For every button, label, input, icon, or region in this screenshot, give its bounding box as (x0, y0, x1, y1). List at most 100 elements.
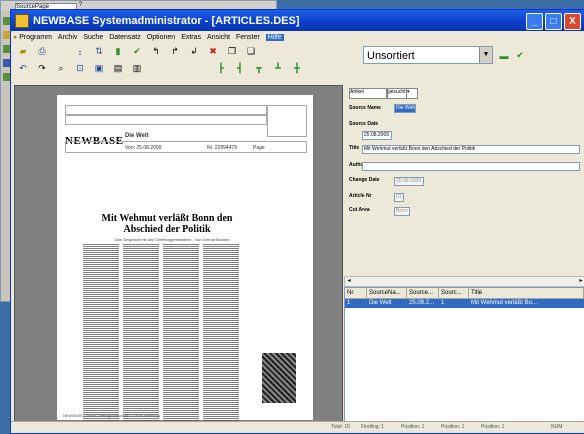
results-list: Nr. SourceNa... Source... Sourc... Title… (344, 287, 584, 422)
title-bar[interactable]: NEWBASE Systemadministrator - [ARTICLES.… (11, 10, 584, 31)
image-icon[interactable]: ▣ (91, 61, 107, 76)
change-date-field[interactable]: 25.09.2009 (394, 177, 424, 186)
menu-item-archiv[interactable]: Archiv (58, 34, 77, 41)
list-header: Nr. SourceNa... Source... Sourc... Title (345, 288, 584, 299)
column-header[interactable]: Sourc... (439, 288, 469, 298)
scroll-left-icon[interactable]: ◂ (345, 277, 353, 286)
approve-icon[interactable]: ✔ (512, 48, 528, 63)
column-header[interactable]: Nr. (345, 288, 367, 298)
row-cell: 25.08.2... (409, 300, 435, 306)
meta-box (65, 141, 307, 153)
menu-item-hilfe[interactable]: Hilfe (265, 33, 284, 41)
status-item: Total: 15 (331, 424, 350, 430)
align-icon[interactable]: ┣ (213, 61, 229, 76)
horizontal-scrollbar[interactable]: ◂ ▸ (344, 276, 584, 287)
menu-item-fenster[interactable]: Fenster (236, 34, 260, 41)
window-title: NEWBASE Systemadministrator - [ARTICLES.… (33, 14, 300, 27)
label-source-name: Source Name (349, 105, 381, 111)
table-row[interactable]: 1 Die Welt 25.08.2... 1 Mit Wehmut verlä… (345, 299, 584, 308)
menu-item-suche[interactable]: Suche (83, 34, 103, 41)
menu-item-ansicht[interactable]: Ansicht (207, 34, 230, 41)
menu-item-programm[interactable]: Programm (19, 34, 52, 41)
zoom-fit-icon[interactable]: ⊡ (72, 61, 88, 76)
column-header[interactable]: SourceNa... (367, 288, 407, 298)
article-nr-field[interactable]: 01 (394, 193, 404, 202)
align-icon[interactable]: ┻ (270, 61, 286, 76)
nav-icon[interactable]: ↲ (186, 44, 202, 59)
minimize-button[interactable]: _ (526, 13, 543, 30)
page-icon[interactable]: ▤ (110, 61, 126, 76)
text-column (83, 243, 119, 423)
sort-icon[interactable]: ↕ (72, 44, 88, 59)
sort-select[interactable]: Unsortiert ▼ (363, 46, 493, 64)
source-date-field[interactable]: 25.08.2009 (362, 131, 392, 140)
menu-item-datensatz[interactable]: Datensatz (109, 34, 141, 41)
chevron-down-icon[interactable]: ▼ (479, 47, 492, 63)
menu-bar: ● Programm Archiv Suche Datensatz Option… (11, 31, 584, 43)
status-item: Position: 1 (401, 424, 425, 430)
nav-icon[interactable]: ↰ (148, 44, 164, 59)
row-cell: Mit Wehmut verläßt Bo... (471, 300, 537, 306)
text-column (203, 243, 239, 423)
main-window: NEWBASE Systemadministrator - [ARTICLES.… (10, 9, 584, 434)
page-footer: NEWBASE GmbH Datengesellschaft © 2009 Ha… (63, 413, 161, 418)
row-cell: Die Welt (369, 300, 392, 306)
label-cut-area: Cut Area (349, 207, 370, 213)
align-icon[interactable]: ┫ (232, 61, 248, 76)
text-column (163, 243, 199, 423)
filter-icon[interactable]: ⇅ (91, 44, 107, 59)
view-chip[interactable]: Artikel (349, 88, 387, 99)
row-cell: 1 (347, 300, 351, 306)
paste-icon[interactable]: ❏ (243, 44, 259, 59)
sort-select-value: Unsortiert (367, 50, 415, 62)
article-subline: Das Gespräch mit den Oberbürgermeistern … (114, 237, 230, 242)
column-header[interactable]: Title (469, 288, 584, 298)
label-source-date: Source Date (349, 121, 379, 127)
menu-item-extras[interactable]: Extras (181, 34, 201, 41)
label-change-date: Change Date (349, 177, 380, 183)
align-icon[interactable]: ┳ (251, 61, 267, 76)
status-item: NUM (551, 424, 563, 430)
column-header[interactable]: Source... (407, 288, 439, 298)
nav-icon[interactable]: ↱ (167, 44, 183, 59)
cut-area-field[interactable]: Bonn (394, 207, 410, 216)
header-box (65, 105, 267, 115)
status-bar: Total: 15 Findling: 1 Position: 1 Positi… (11, 421, 584, 433)
rotate-right-icon[interactable]: ↷ (34, 61, 50, 76)
page-icon[interactable]: ▥ (129, 61, 145, 76)
author-field[interactable] (362, 162, 580, 171)
header-box (65, 115, 267, 125)
zoom-icon[interactable]: ⌕ (53, 61, 69, 76)
rotate-left-icon[interactable]: ↶ (15, 61, 31, 76)
save-icon[interactable]: ▬ (496, 48, 512, 63)
app-icon (15, 13, 29, 28)
header-box (267, 105, 307, 137)
status-item: Position: 1 (441, 424, 465, 430)
delete-icon[interactable]: ✖ (205, 44, 221, 59)
add-record-icon[interactable]: ▮ (110, 44, 126, 59)
print-icon[interactable]: ⎙ (34, 44, 50, 59)
view-chip[interactable]: ▾ (406, 88, 418, 99)
document-viewer[interactable]: NEWBASE Die Welt Von: 25.08.2009 Nr. 228… (14, 85, 343, 427)
maximize-button[interactable]: □ (545, 13, 562, 30)
scroll-right-icon[interactable]: ▸ (577, 277, 584, 286)
status-item: Findling: 1 (361, 424, 385, 430)
menu-item-optionen[interactable]: Optionen (147, 34, 175, 41)
background-tab[interactable]: ? (79, 2, 82, 8)
properties-panel: Artikel gesucht ▾ Source Name Die Welt S… (344, 85, 582, 274)
close-button[interactable]: X (564, 13, 581, 30)
copy-icon[interactable]: ❐ (224, 44, 240, 59)
check-icon[interactable]: ✔ (129, 44, 145, 59)
source-name-field[interactable]: Die Welt (394, 104, 416, 113)
title-field[interactable]: Mit Wehmut verläßt Bonn den Abschied der… (362, 145, 580, 154)
view-chip[interactable]: gesucht (387, 88, 407, 99)
text-column (123, 243, 159, 423)
label-title: Title (349, 145, 360, 151)
status-item: Position: 1 (481, 424, 505, 430)
article-headline: Mit Wehmut verläßt Bonn den Abschied der… (101, 213, 233, 235)
publication-name: Die Welt (125, 133, 149, 139)
align-icon[interactable]: ╋ (289, 61, 305, 76)
open-folder-icon[interactable]: ▰ (15, 44, 31, 59)
